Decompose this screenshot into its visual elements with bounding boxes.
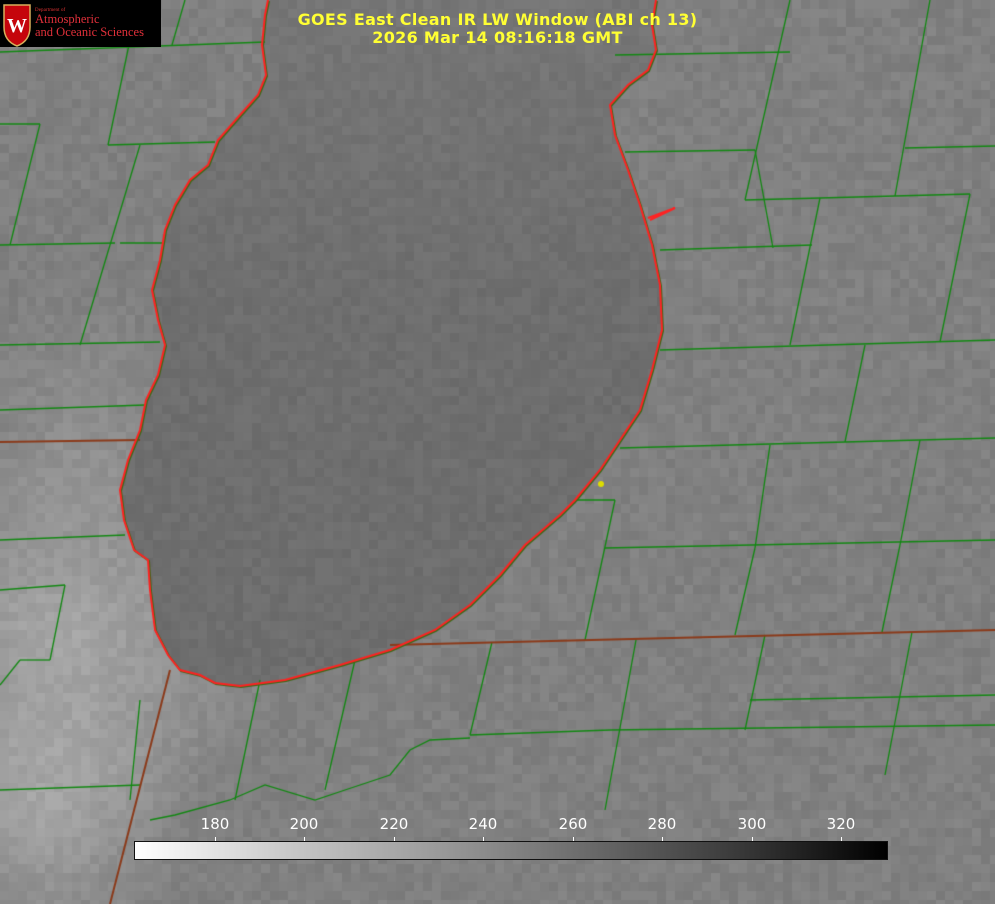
colorbar-tick-label: 260	[558, 815, 588, 833]
colorbar-tick-label: 220	[379, 815, 409, 833]
title-product: GOES East Clean IR LW Window (ABI ch 13)	[297, 10, 698, 29]
temperature-colorbar	[134, 841, 888, 860]
colorbar-tick-label: 200	[289, 815, 319, 833]
title-timestamp: 2026 Mar 14 08:16:18 GMT	[372, 28, 623, 47]
colorbar-tick-label: 180	[200, 815, 230, 833]
colorbar-tick-label: 300	[737, 815, 767, 833]
colorbar-tick-label: 240	[468, 815, 498, 833]
colorbar-tick-label: 280	[647, 815, 677, 833]
satellite-ir-imagery	[0, 0, 995, 904]
image-title: GOES East Clean IR LW Window (ABI ch 13)…	[0, 11, 995, 47]
colorbar-tick-label: 320	[826, 815, 856, 833]
